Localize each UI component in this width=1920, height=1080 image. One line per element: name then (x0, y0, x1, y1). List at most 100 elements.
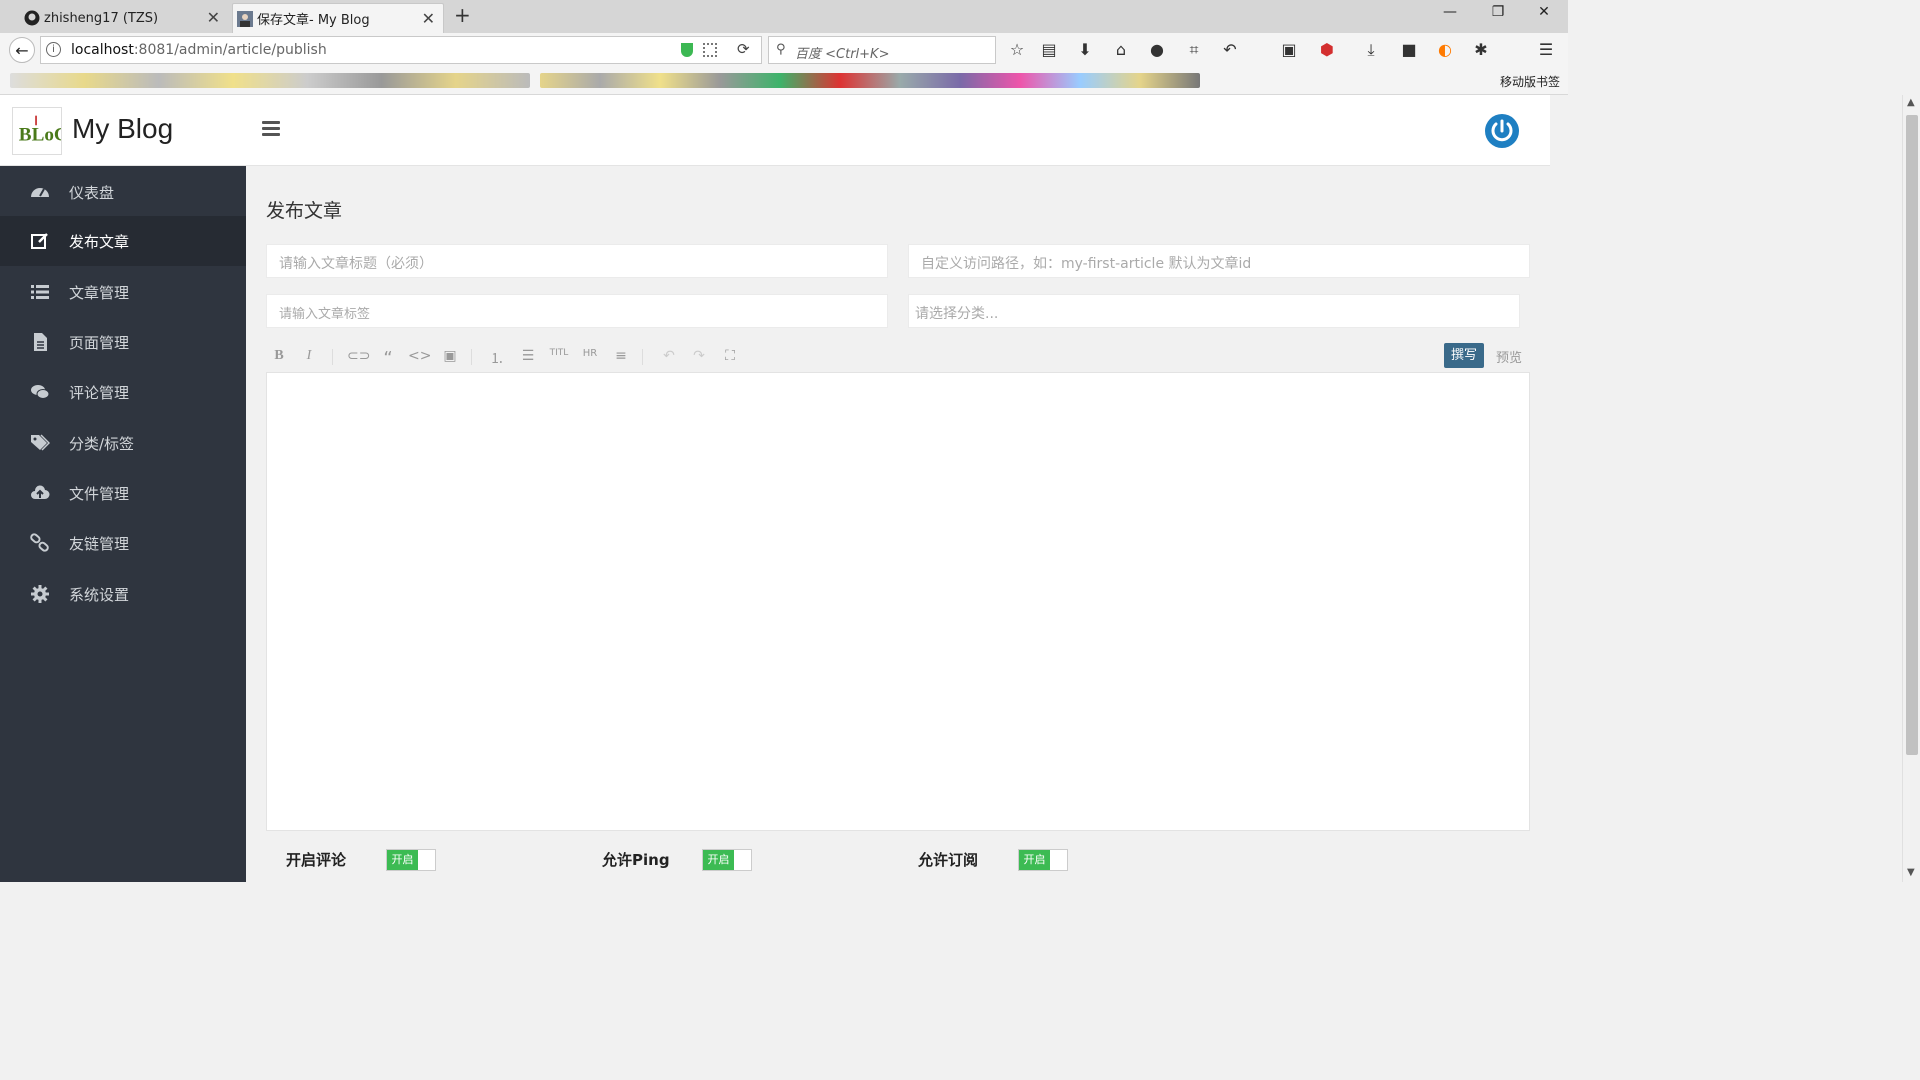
address-bar[interactable]: i localhost:8081/admin/article/publish ⟳ (40, 36, 762, 64)
toggle-on-label: 开启 (387, 850, 418, 870)
sidebar-item-label: 友链管理 (69, 534, 130, 553)
avatar-icon (237, 11, 253, 27)
reload-icon[interactable]: ⟳ (737, 40, 750, 58)
scroll-thumb[interactable] (1906, 115, 1918, 755)
window-close-icon[interactable]: ✕ (1534, 4, 1554, 20)
restore-icon[interactable]: ❐ (1488, 4, 1508, 20)
info-icon[interactable]: i (46, 42, 61, 57)
browser-tab-github[interactable]: zhisheng17 (TZS) ✕ (20, 3, 228, 33)
edit-icon (31, 233, 48, 249)
title-icon[interactable]: TITL (548, 348, 570, 358)
fullscreen-icon[interactable]: ⛶ (719, 348, 741, 364)
url-text[interactable]: localhost:8081/admin/article/publish (71, 42, 327, 58)
undo-icon[interactable]: ↶ (1221, 41, 1239, 59)
crop-icon[interactable]: ⌗ (1185, 41, 1203, 59)
title-input[interactable]: 请输入文章标题（必须） (266, 244, 888, 278)
translate-icon[interactable]: ▣ (1280, 41, 1298, 59)
allow-feed-label: 允许订阅 (918, 851, 979, 869)
sidebar-item-publish[interactable]: 发布文章 (0, 216, 246, 266)
category-select[interactable]: 请选择分类... (908, 294, 1520, 328)
home-icon[interactable]: ⌂ (1112, 41, 1130, 59)
page-title: 发布文章 (266, 200, 343, 222)
svg-text:BLoG: BLoG (19, 125, 62, 146)
search-icon: ⚲ (776, 42, 786, 57)
file-icon (34, 333, 47, 351)
allow-comment-label: 开启评论 (286, 851, 347, 869)
shield-icon[interactable] (681, 43, 693, 57)
unordered-list-icon[interactable]: ☰ (517, 348, 539, 364)
blog-logo-icon: BLoG (12, 107, 62, 155)
hr-icon[interactable]: HR (579, 348, 601, 359)
blurred-bookmarks (10, 73, 530, 88)
tags-icon (31, 434, 50, 451)
adblock-icon[interactable]: ⬢ (1318, 41, 1336, 59)
link-icon[interactable]: ⊂⊃ (347, 348, 370, 364)
download-arrow-icon[interactable]: ⤓ (1362, 41, 1380, 59)
sidebar: 仪表盘 发布文章 文章管理 页面管理 评论管理 分类/标签 文件管理 友链管理 (0, 166, 246, 882)
bold-icon[interactable]: B (268, 348, 290, 364)
browser-tab-active[interactable]: 保存文章- My Blog ✕ (232, 3, 444, 33)
power-icon[interactable] (1484, 113, 1520, 149)
extension-icon[interactable]: ■ (1400, 41, 1418, 59)
qr-code-icon[interactable] (703, 43, 717, 57)
scroll-down-icon[interactable]: ▼ (1907, 867, 1915, 878)
sidebar-item-categories[interactable]: 分类/标签 (0, 418, 246, 468)
download-icon[interactable]: ⬇ (1076, 41, 1094, 59)
menu-icon[interactable]: ☰ (1537, 41, 1555, 59)
minimize-icon[interactable]: — (1440, 4, 1460, 20)
sidebar-item-label: 文章管理 (69, 283, 130, 302)
image-icon[interactable]: ▣ (439, 348, 461, 364)
link-icon (30, 533, 49, 552)
close-tab-icon[interactable]: ✕ (207, 8, 220, 27)
allow-ping-toggle[interactable]: 开启 (702, 849, 752, 871)
brand-name[interactable]: My Blog (72, 113, 173, 145)
chat-icon[interactable]: ● (1148, 41, 1166, 59)
code-icon[interactable]: <> (408, 348, 431, 364)
toggle-on-label: 开启 (1019, 850, 1050, 870)
allow-comment-toggle[interactable]: 开启 (386, 849, 436, 871)
page-scrollbar[interactable]: ▲ ▼ (1902, 95, 1920, 882)
browser-nav-bar: ← i localhost:8081/admin/article/publish… (0, 33, 1568, 67)
back-arrow-icon[interactable]: ← (9, 37, 35, 63)
redo-icon[interactable]: ↷ (688, 348, 710, 364)
mobile-bookmarks[interactable]: 移动版书签 (1500, 73, 1560, 90)
comments-icon (31, 385, 50, 399)
toolbar-separator (332, 349, 333, 365)
clipboard-icon[interactable]: ▤ (1040, 41, 1058, 59)
sidebar-item-files[interactable]: 文件管理 (0, 468, 246, 518)
close-tab-icon[interactable]: ✕ (422, 9, 435, 28)
preview-tab[interactable]: 预览 (1496, 347, 1522, 366)
hamburger-menu-icon[interactable] (262, 121, 280, 136)
sidebar-item-articles[interactable]: 文章管理 (0, 267, 246, 317)
quote-icon[interactable]: “ (377, 348, 399, 369)
scroll-up-icon[interactable]: ▲ (1907, 97, 1915, 108)
top-header (246, 95, 1550, 166)
sidebar-item-label: 文件管理 (69, 484, 130, 503)
ordered-list-icon[interactable]: ⒈ (486, 348, 508, 368)
sidebar-item-label: 页面管理 (69, 333, 130, 352)
gear-icon (31, 585, 49, 603)
undo-icon[interactable]: ↶ (658, 348, 680, 364)
slug-input[interactable]: 自定义访问路径，如：my-first-article 默认为文章id (908, 244, 1530, 278)
italic-icon[interactable]: I (298, 348, 320, 364)
sidebar-item-dashboard[interactable]: 仪表盘 (0, 167, 246, 217)
sidebar-item-comments[interactable]: 评论管理 (0, 367, 246, 417)
github-icon (24, 10, 40, 26)
bookmarks-bar: 移动版书签 (0, 67, 1568, 95)
page-break-icon[interactable]: ≡ (610, 348, 632, 364)
sidebar-item-links[interactable]: 友链管理 (0, 518, 246, 568)
markdown-editor[interactable] (266, 372, 1530, 831)
sidebar-item-settings[interactable]: 系统设置 (0, 569, 246, 619)
allow-feed-toggle[interactable]: 开启 (1018, 849, 1068, 871)
main-content: 发布文章 请输入文章标题（必须） 自定义访问路径，如：my-first-arti… (246, 166, 1550, 882)
sync-icon[interactable]: ◐ (1436, 41, 1454, 59)
tags-input[interactable]: 请输入文章标签 (266, 294, 888, 328)
search-bar[interactable]: ⚲ 百度 <Ctrl+K> (768, 36, 996, 64)
addon-icon[interactable]: ✱ (1472, 41, 1490, 59)
bookmark-star-icon[interactable]: ☆ (1008, 41, 1026, 59)
write-tab[interactable]: 撰写 (1444, 343, 1484, 368)
search-placeholder: 百度 <Ctrl+K> (795, 47, 890, 62)
sidebar-item-label: 评论管理 (69, 383, 130, 402)
sidebar-item-pages[interactable]: 页面管理 (0, 317, 246, 367)
new-tab-icon[interactable]: + (454, 3, 471, 27)
